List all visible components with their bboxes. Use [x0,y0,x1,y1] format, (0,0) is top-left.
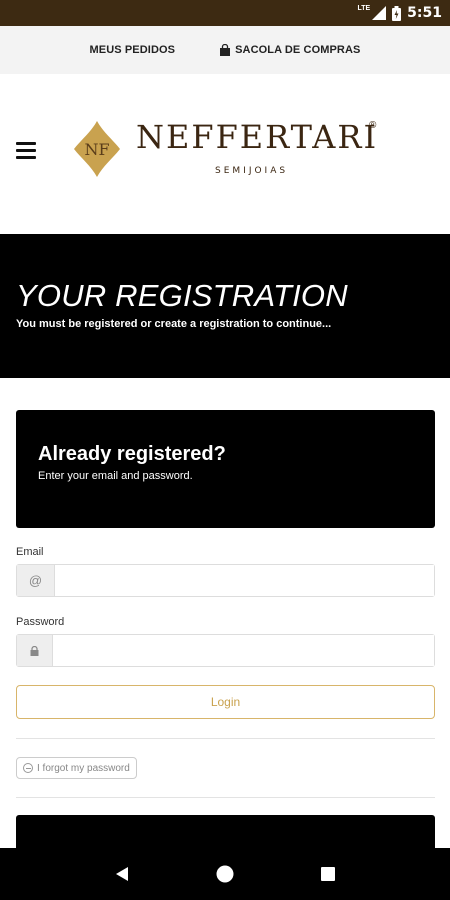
logo-emblem: NF [74,121,120,177]
email-input-group: @ [16,564,435,597]
status-bar: LTE 5:51 [0,0,450,26]
brand-name: NEFFERTARI [136,118,379,156]
login-form: Already registered? Enter your email and… [16,410,435,798]
top-links-bar: MEUS PEDIDOS SACOLA DE COMPRAS [0,26,450,74]
menu-icon[interactable] [16,142,36,159]
password-label: Password [16,616,65,628]
back-icon[interactable] [102,854,142,894]
battery-icon [392,5,402,21]
email-label: Email [16,546,44,558]
lock-icon [17,635,53,666]
info-icon [23,763,33,773]
page-title: YOUR REGISTRATION [16,278,348,313]
signal-icon [372,6,387,20]
login-button[interactable]: Login [16,685,435,719]
login-title: Already registered? [38,443,226,465]
password-input-group [16,634,435,667]
password-field[interactable] [53,635,434,666]
email-field[interactable] [55,565,434,596]
home-icon[interactable] [205,854,245,894]
brand-header: NF NEFFERTARI ® SEMIJOIAS [0,74,450,234]
forgot-password-label: I forgot my password [37,762,130,774]
shopping-bag-label: SACOLA DE COMPRAS [235,44,361,56]
network-type: LTE [357,4,371,12]
at-icon: @ [17,565,55,596]
divider [16,738,435,739]
page-subtitle: You must be registered or create a regis… [16,318,332,330]
status-indicators: LTE 5:51 [357,0,442,26]
registration-hero: YOUR REGISTRATION You must be registered… [0,234,450,378]
shopping-bag-link[interactable]: SACOLA DE COMPRAS [219,44,360,56]
registered-mark: ® [369,120,377,131]
login-header-box: Already registered? Enter your email and… [16,410,435,528]
brand-tagline: SEMIJOIAS [215,166,289,176]
system-nav-bar [0,848,450,900]
divider [16,797,435,798]
clock: 5:51 [407,5,442,21]
bag-icon [220,44,231,56]
my-orders-link[interactable]: MEUS PEDIDOS [90,44,176,56]
my-orders-label: MEUS PEDIDOS [89,44,176,56]
forgot-password-button[interactable]: I forgot my password [16,757,137,779]
recents-icon[interactable] [308,854,348,894]
login-subtitle: Enter your email and password. [38,470,193,482]
svg-text:NF: NF [84,140,109,159]
